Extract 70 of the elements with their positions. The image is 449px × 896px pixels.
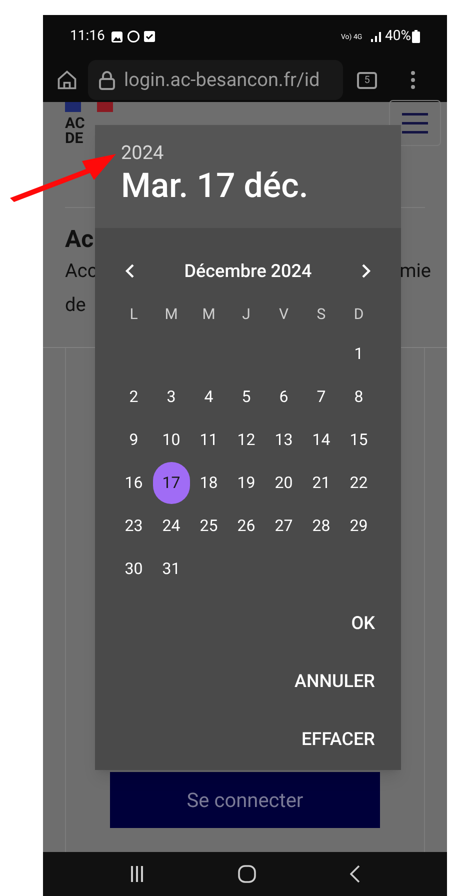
calendar-day[interactable]: 22 bbox=[342, 466, 375, 498]
calendar-day[interactable]: 24 bbox=[155, 510, 188, 542]
page-text: de bbox=[65, 292, 86, 318]
calendar-day[interactable]: 17 bbox=[152, 462, 190, 504]
logo-text: AC bbox=[65, 116, 86, 131]
back-icon[interactable] bbox=[350, 865, 360, 883]
calendar-day[interactable]: 1 bbox=[342, 338, 375, 370]
picture-notification-icon bbox=[110, 30, 123, 42]
calendar-day[interactable]: 18 bbox=[192, 466, 225, 498]
weekday-label: M bbox=[164, 304, 179, 325]
calendar-day[interactable]: 27 bbox=[268, 510, 300, 542]
previous-month-icon[interactable] bbox=[125, 264, 135, 278]
flag-logo-icon bbox=[65, 102, 113, 112]
calendar-day[interactable]: 28 bbox=[305, 510, 338, 542]
battery-percent: 40% bbox=[385, 27, 411, 46]
calendar-day[interactable]: 2 bbox=[118, 380, 150, 412]
calendar-day[interactable]: 31 bbox=[155, 552, 188, 584]
dialog-action-button[interactable]: OK bbox=[347, 606, 379, 640]
calendar-day[interactable]: 14 bbox=[305, 424, 338, 456]
address-bar[interactable]: login.ac-besancon.fr/id bbox=[88, 60, 343, 100]
calendar-day[interactable]: 11 bbox=[192, 424, 225, 456]
calendar-day[interactable]: 21 bbox=[305, 466, 338, 498]
calendar-day[interactable]: 29 bbox=[342, 510, 375, 542]
signal-icon bbox=[371, 32, 381, 42]
tab-count[interactable]: 5 bbox=[357, 72, 377, 88]
status-time: 11:16 bbox=[70, 27, 105, 46]
calendar-day[interactable]: 4 bbox=[192, 380, 225, 412]
calendar-day[interactable]: 30 bbox=[118, 552, 150, 584]
next-month-icon[interactable] bbox=[361, 264, 371, 278]
calendar-day[interactable]: 12 bbox=[230, 424, 262, 456]
weekday-label: M bbox=[201, 304, 216, 325]
calendar-day[interactable]: 19 bbox=[230, 466, 262, 498]
home-button-icon[interactable] bbox=[238, 865, 256, 883]
weekday-label: D bbox=[352, 304, 365, 325]
calendar-day[interactable]: 6 bbox=[268, 380, 300, 412]
calendar-day[interactable]: 15 bbox=[342, 424, 375, 456]
calendar-day[interactable]: 25 bbox=[192, 510, 225, 542]
calendar-day[interactable]: 23 bbox=[118, 510, 150, 542]
selected-date: Mar. 17 déc. bbox=[121, 165, 310, 207]
page-text: mie bbox=[400, 258, 431, 284]
page-heading: Ac bbox=[65, 224, 95, 254]
calendar-day[interactable]: 10 bbox=[155, 424, 188, 456]
weekday-label: J bbox=[241, 304, 252, 325]
url-text: login.ac-besancon.fr/id bbox=[124, 66, 320, 93]
home-icon[interactable] bbox=[56, 69, 78, 91]
logo-text: DE bbox=[65, 131, 84, 146]
calendar-day[interactable]: 26 bbox=[230, 510, 262, 542]
calendar-day[interactable]: 13 bbox=[268, 424, 300, 456]
menu-icon bbox=[402, 112, 428, 134]
calendar-day[interactable]: 3 bbox=[155, 380, 188, 412]
more-options-icon[interactable] bbox=[411, 71, 415, 89]
dialog-action-button[interactable]: ANNULER bbox=[290, 664, 379, 698]
month-title: Décembre 2024 bbox=[184, 260, 312, 284]
calendar-day[interactable]: 20 bbox=[268, 466, 300, 498]
chat-bubble-icon bbox=[126, 30, 140, 43]
calendar-day[interactable]: 9 bbox=[118, 424, 150, 456]
calendar-day[interactable]: 8 bbox=[342, 380, 375, 412]
lock-icon bbox=[98, 70, 116, 90]
dialog-action-button[interactable]: EFFACER bbox=[298, 722, 379, 756]
weekday-label: S bbox=[316, 304, 327, 325]
calendar-day[interactable]: 16 bbox=[118, 466, 150, 498]
selected-year[interactable]: 2024 bbox=[121, 141, 375, 165]
battery-icon bbox=[412, 30, 420, 43]
weekday-label: V bbox=[278, 304, 290, 325]
login-button[interactable]: Se connecter bbox=[110, 772, 380, 828]
calendar-day[interactable]: 7 bbox=[305, 380, 338, 412]
recent-apps-icon[interactable] bbox=[130, 866, 144, 882]
weekday-label: L bbox=[128, 304, 139, 325]
checkbox-notification-icon bbox=[144, 31, 155, 42]
calendar-day[interactable]: 5 bbox=[230, 380, 262, 412]
